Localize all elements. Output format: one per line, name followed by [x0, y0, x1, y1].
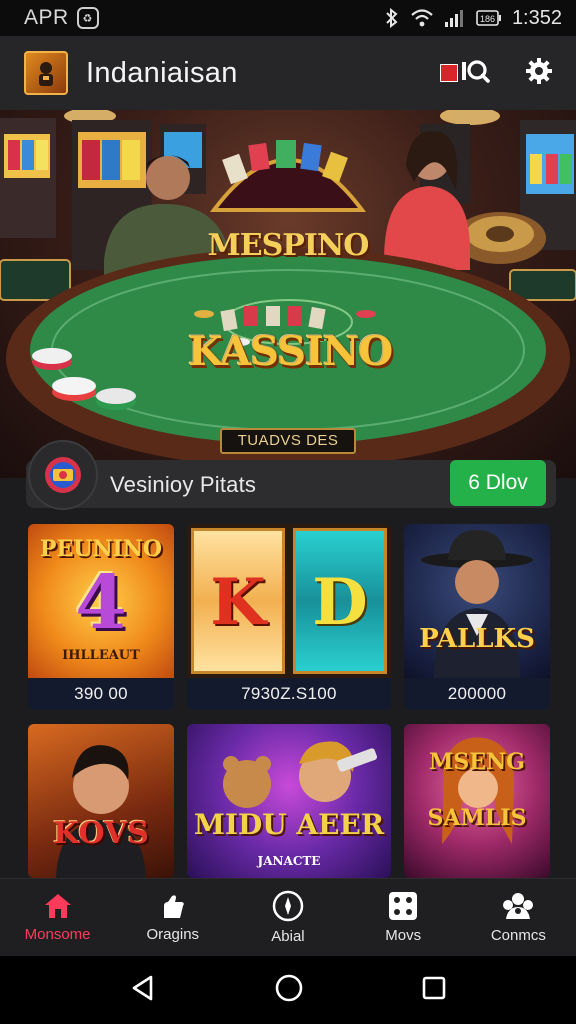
nav-item-community[interactable]: Conmcs — [468, 891, 568, 944]
game-art: PEUNINO 4 IHLLEAUT — [28, 524, 174, 678]
game-card[interactable]: K D 7930Z.S100 — [187, 524, 391, 710]
hero-banner[interactable]: MESPINO KASSINO TUADVS DES — [0, 110, 576, 478]
status-left-text: APR — [24, 6, 69, 29]
slot-reel: K — [191, 528, 285, 674]
game-art-title: MSENG SAMLIS — [427, 749, 527, 831]
bluetooth-icon — [384, 8, 400, 28]
character-illustration — [56, 745, 146, 878]
signal-icon — [444, 8, 466, 28]
game-art: PALLKS — [404, 524, 550, 678]
game-art-subtitle: IHLLEAUT — [62, 648, 140, 663]
promo-text: Vesinioy Pitats — [110, 472, 257, 497]
game-art-subtitle: JANACTE — [257, 854, 321, 868]
nav-item-movs[interactable]: Movs — [353, 891, 453, 944]
casino-scene-illustration — [0, 110, 576, 468]
wifi-icon — [410, 8, 434, 28]
search-button[interactable] — [440, 56, 490, 91]
community-icon — [503, 893, 534, 919]
nav-label: Monsome — [24, 926, 91, 943]
casino-logo[interactable] — [24, 51, 68, 95]
game-card[interactable]: PALLKS 200000 — [404, 524, 550, 710]
game-card[interactable]: MIDU AEER JANACTE — [187, 724, 391, 878]
recents-icon[interactable] — [421, 975, 447, 1006]
nav-item-abial[interactable]: Abial — [238, 890, 338, 945]
game-card[interactable]: MSENG SAMLIS — [404, 724, 550, 878]
game-card-label: 7930Z.S100 — [187, 678, 391, 710]
nav-label: Abial — [271, 928, 305, 945]
status-bar: APR ♻ 186 1:352 — [0, 0, 576, 36]
settings-icon[interactable] — [524, 56, 554, 91]
dealer-character-illustration — [421, 530, 533, 678]
game-card[interactable]: KOVS — [28, 724, 174, 878]
nav-label: Oragins — [146, 926, 200, 943]
nav-item-origins[interactable]: Oragins — [123, 892, 223, 943]
home-icon — [44, 894, 71, 918]
game-art: MSENG SAMLIS — [404, 724, 550, 878]
slot-reel-symbol: D — [312, 565, 368, 640]
hero-title: KASSINO — [188, 328, 393, 375]
nav-label: Conmcs — [490, 927, 546, 944]
slot-reel: D — [293, 528, 387, 674]
dice-icon — [389, 892, 418, 920]
app-bar: Indaniaisan — [0, 36, 576, 110]
battery-icon: 186 — [476, 8, 502, 28]
game-card-label: 200000 — [404, 678, 550, 710]
game-card-label: 390 00 — [28, 678, 174, 710]
slot-reel-symbol: K — [210, 565, 266, 640]
app-title: Indaniaisan — [86, 56, 238, 89]
game-art-title: PALLKS — [419, 624, 535, 654]
search-icon — [460, 56, 490, 91]
back-icon[interactable] — [129, 974, 157, 1007]
clock-time: 1:352 — [511, 6, 562, 29]
compass-icon — [272, 890, 304, 922]
promo-badge-icon — [28, 440, 98, 510]
game-art-title: MIDU AEER — [193, 808, 385, 841]
game-art-title: PEUNINO — [39, 536, 163, 562]
game-art: K D — [187, 524, 391, 678]
region-flag-icon — [440, 64, 458, 82]
game-card[interactable]: PEUNINO 4 IHLLEAUT 390 00 — [28, 524, 174, 710]
hero-sign-title: MESPINO — [207, 228, 370, 263]
game-art-number: 4 — [75, 560, 127, 646]
nav-label: Movs — [385, 927, 422, 944]
hand-icon — [163, 895, 184, 918]
game-art: MIDU AEER JANACTE — [187, 724, 391, 878]
home-circle-icon[interactable] — [274, 973, 304, 1008]
system-nav-bar — [0, 956, 576, 1024]
promo-action-button[interactable]: 6 Dlov — [450, 460, 546, 506]
bottom-nav: Monsome Oragins Abial Movs Conmcs — [0, 878, 576, 956]
notification-app-icon: ♻ — [76, 7, 99, 29]
nav-item-home[interactable]: Monsome — [8, 892, 108, 943]
svg-text:186: 186 — [480, 14, 495, 24]
game-art: KOVS — [28, 724, 174, 878]
game-art-title: KOVS — [53, 816, 149, 851]
promo-row: Vesinioy Pitats 6 Dlov — [26, 440, 556, 512]
